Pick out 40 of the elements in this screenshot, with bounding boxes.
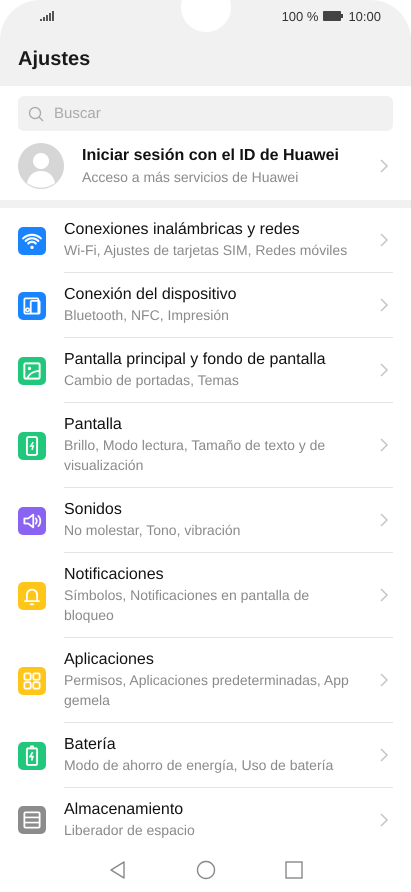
chevron-icon: [379, 672, 389, 688]
chevron-icon: [379, 297, 389, 313]
chevron-icon: [379, 362, 389, 378]
setting-subtitle: No molestar, Tono, vibración: [64, 521, 242, 540]
setting-subtitle: Bluetooth, NFC, Impresión: [64, 306, 230, 325]
setting-title[interactable]: Notificaciones: [64, 565, 367, 585]
setting-subtitle: Liberador de espacio: [64, 821, 196, 840]
setting-title[interactable]: Pantalla principal y fondo de pantalla: [64, 350, 367, 370]
avatar-icon: [18, 143, 64, 189]
home-icon[interactable]: [196, 860, 216, 880]
setting-title[interactable]: Conexiones inalámbricas y redes: [64, 220, 367, 240]
chevron-icon: [379, 812, 389, 828]
chevron-icon: [379, 158, 389, 174]
battery-percent: 100 %: [282, 8, 318, 24]
chevron-icon: [379, 747, 389, 763]
setting-subtitle: Modo de ahorro de energía, Uso de batería: [64, 756, 334, 775]
chevron-icon: [379, 512, 389, 528]
setting-subtitle: Cambio de portadas, Temas: [64, 371, 240, 390]
account-title[interactable]: Iniciar sesión con el ID de Huawei: [82, 145, 379, 167]
setting-title[interactable]: Batería: [64, 735, 367, 755]
battery-icon: [323, 11, 344, 21]
page-title: Ajustes: [17, 47, 92, 72]
setting-title[interactable]: Aplicaciones: [64, 650, 367, 670]
setting-title[interactable]: Pantalla: [64, 415, 367, 435]
setting-subtitle: Brillo, Modo lectura, Tamaño de texto y de visualización: [64, 436, 326, 475]
setting-title[interactable]: Sonidos: [64, 500, 367, 520]
setting-title[interactable]: Conexión del dispositivo: [64, 285, 367, 305]
recents-icon[interactable]: [284, 860, 304, 880]
clock: 10:00: [348, 8, 381, 24]
setting-subtitle: Símbolos, Notificaciones en pantalla de bloqueo: [64, 586, 310, 625]
signal-icon: [40, 11, 54, 21]
setting-subtitle: Wi-Fi, Ajustes de tarjetas SIM, Redes móviles: [64, 241, 348, 260]
account-subtitle: Acceso a más servicios de Huawei: [82, 168, 300, 187]
search-field[interactable]: Buscar: [18, 96, 393, 131]
back-icon[interactable]: [108, 860, 128, 880]
chevron-icon: [379, 437, 389, 453]
setting-subtitle: Permisos, Aplicaciones predeterminadas, App gemela: [64, 671, 350, 710]
chevron-icon: [379, 232, 389, 248]
setting-title[interactable]: Almacenamiento: [64, 800, 367, 820]
chevron-icon: [379, 587, 389, 603]
